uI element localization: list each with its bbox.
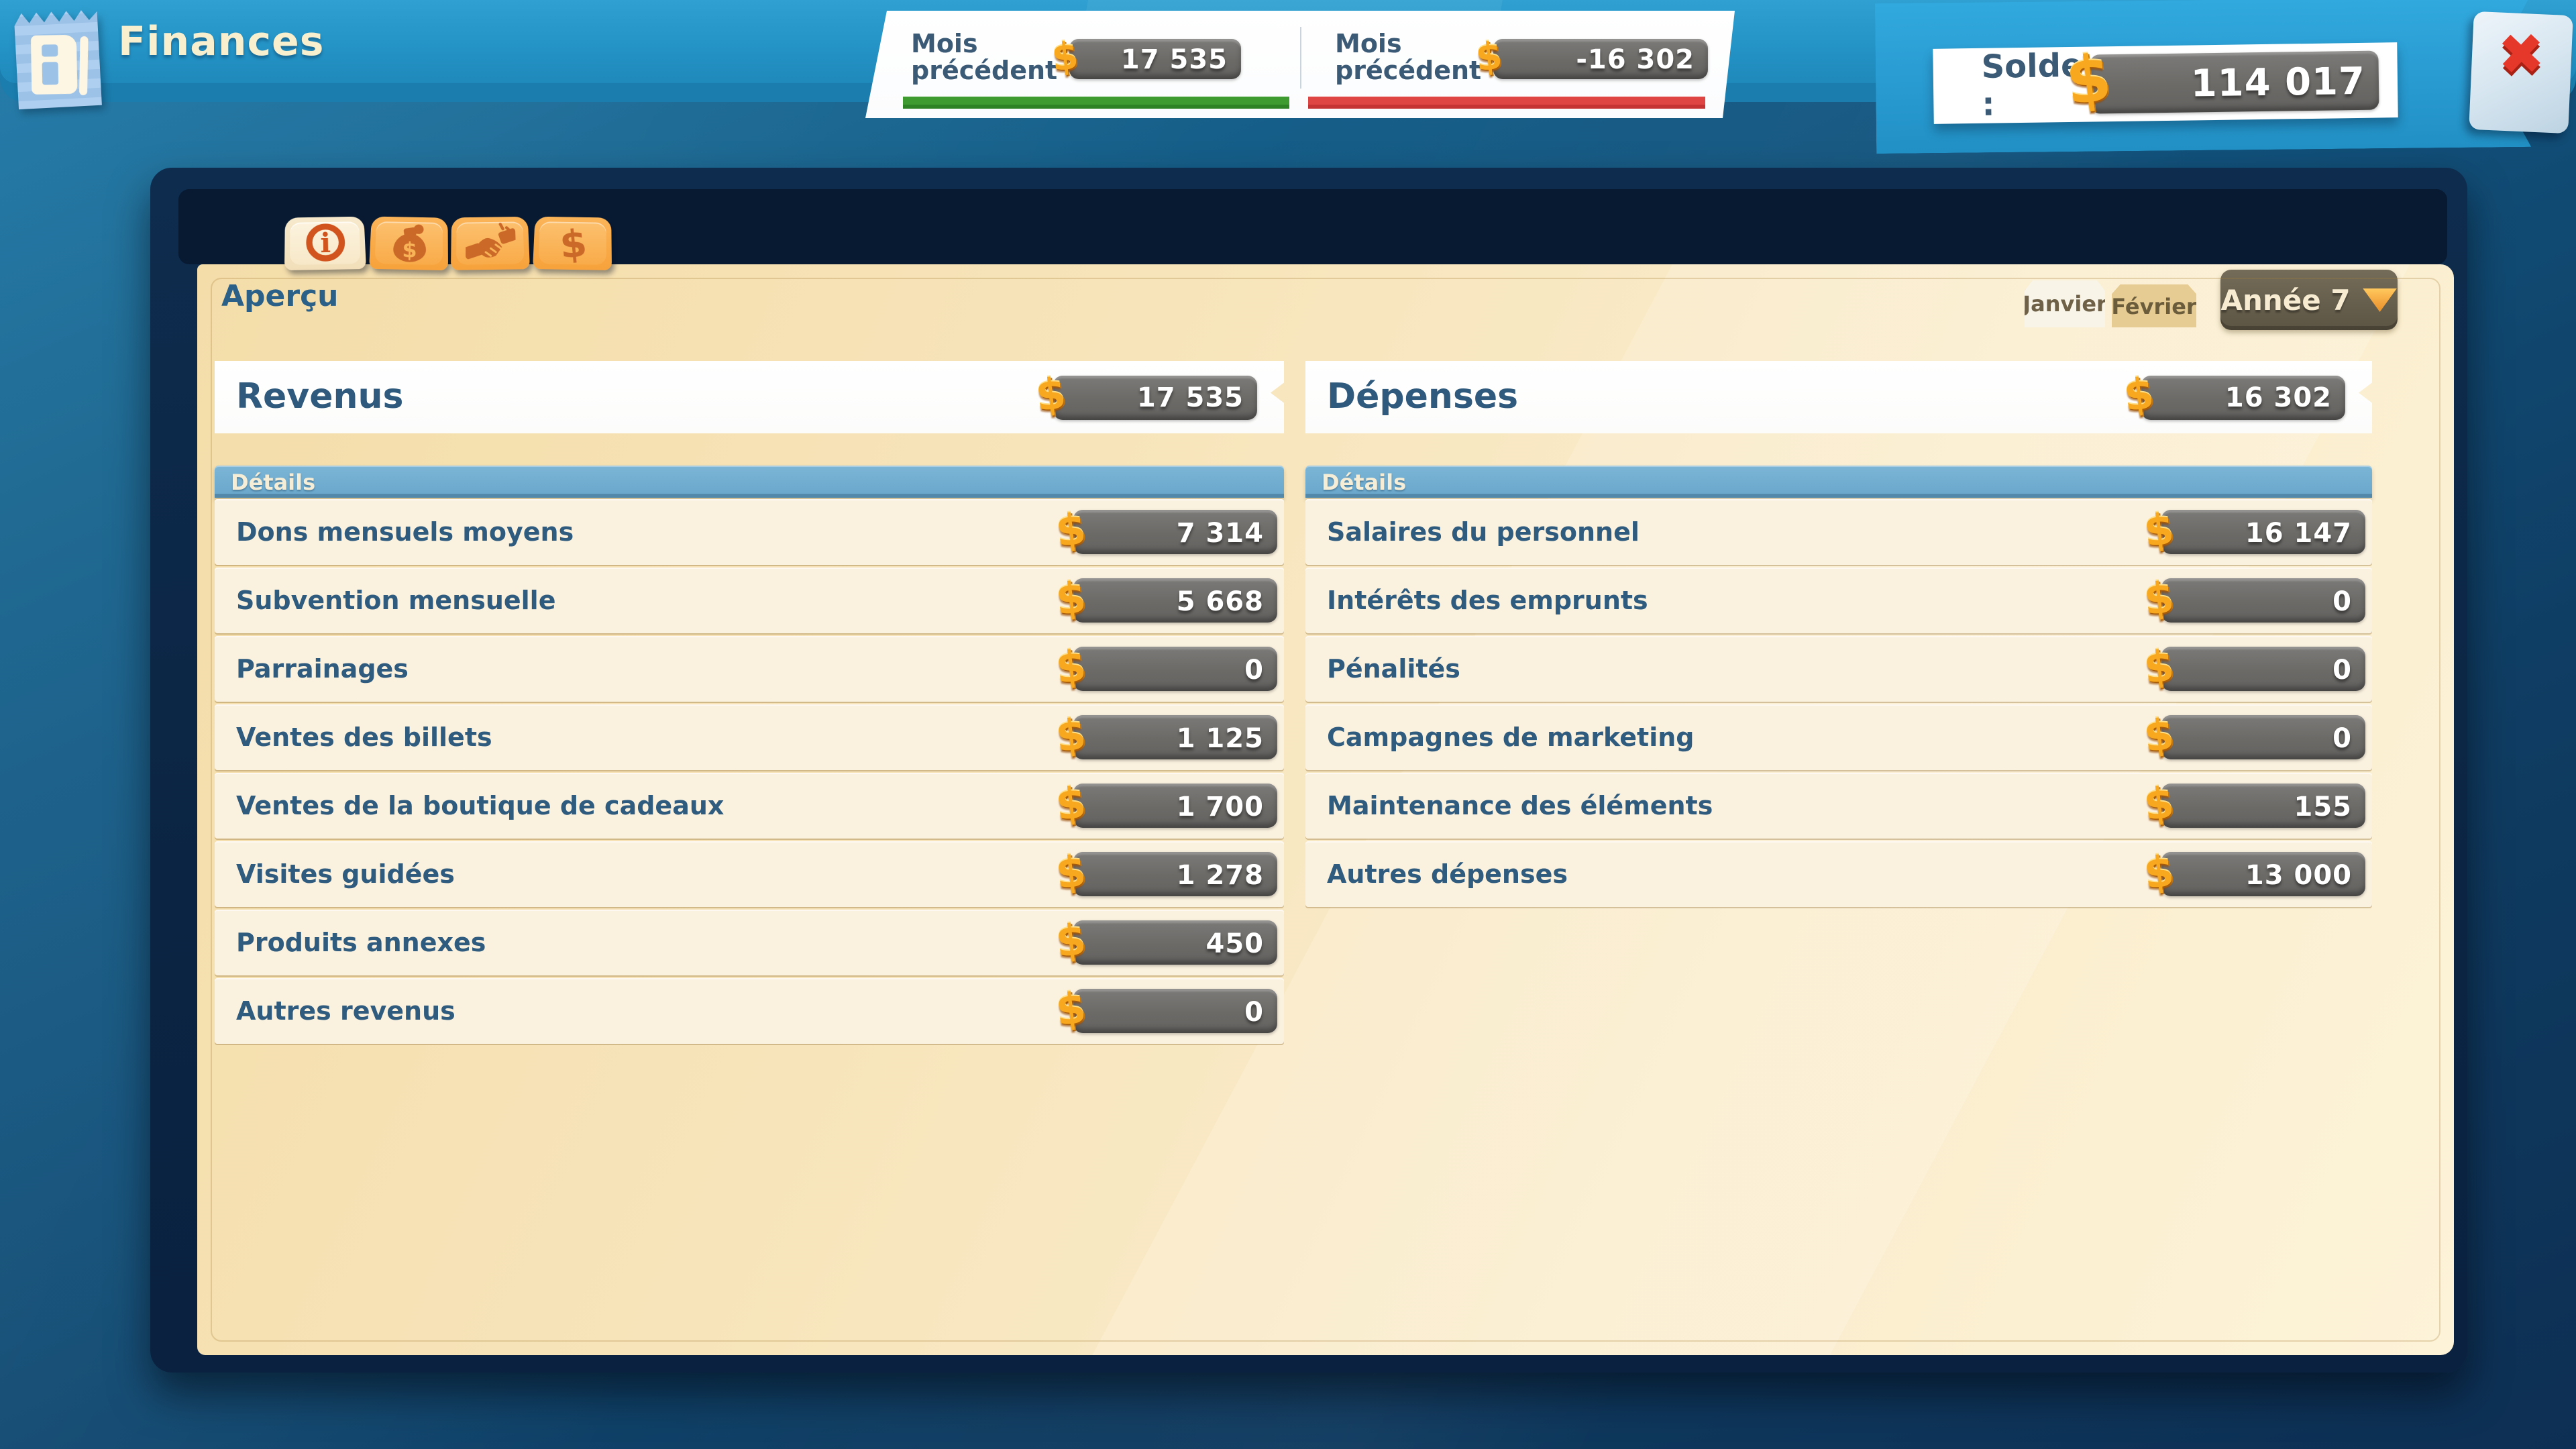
table-row: Subvention mensuelle $5 668	[215, 568, 1284, 633]
handshake-icon	[465, 219, 516, 268]
income-title: Revenus	[215, 377, 1053, 417]
tab-deals[interactable]	[451, 217, 530, 270]
table-row: Parrainages $0	[215, 636, 1284, 702]
page-title: Finances	[118, 18, 324, 65]
dollar-icon: $	[2141, 845, 2176, 898]
finances-frame: i $	[150, 168, 2467, 1373]
balance-panel: Solde : $ 114 017	[1933, 42, 2398, 124]
dollar-icon: $	[1053, 571, 1088, 625]
dollar-icon: $	[1053, 913, 1088, 967]
tab-income[interactable]: $	[369, 217, 448, 271]
window-title-area: Finances	[0, 0, 324, 83]
dollar-icon: $	[2062, 40, 2116, 120]
expense-indicator-bar	[1308, 97, 1705, 109]
dollar-icon: $	[1053, 639, 1088, 693]
income-summary-card: Revenus $ 17 535	[215, 361, 1284, 433]
year-selector[interactable]: Année 7	[2220, 270, 2398, 330]
view-title: Aperçu	[221, 280, 339, 314]
table-row: Dons mensuels moyens $7 314	[215, 499, 1284, 565]
info-icon: i	[300, 219, 351, 268]
table-row: Visites guidées $1 278	[215, 841, 1284, 907]
previous-month-income-label: Mois précédent	[911, 32, 1069, 86]
dollar-icon: $	[1053, 502, 1088, 556]
overview-panel: Aperçu Janvier Février Année 7 Revenus $…	[197, 264, 2454, 1355]
expenses-title: Dépenses	[1305, 377, 2141, 417]
dollar-icon: $	[1033, 368, 1068, 421]
income-total-pill: $ 17 535	[1053, 375, 1257, 419]
ledger-book-icon	[13, 3, 102, 109]
dollar-icon: $	[547, 219, 598, 268]
balance-pill: $ 114 017	[2090, 51, 2379, 114]
svg-text:$: $	[557, 221, 588, 267]
previous-month-expense-pill: $ -16 302	[1493, 39, 1708, 79]
divider	[1300, 27, 1301, 89]
income-indicator-bar	[903, 97, 1289, 109]
close-button[interactable]: ✖	[2469, 11, 2573, 133]
expenses-total-value: 16 302	[2225, 381, 2332, 413]
dollar-icon: $	[1053, 845, 1088, 898]
year-selector-label: Année 7	[2220, 284, 2350, 316]
month-tab-fevrier[interactable]: Février	[2112, 284, 2196, 327]
expenses-total-pill: $ 16 302	[2141, 375, 2345, 419]
income-details-header: Détails	[215, 466, 1284, 498]
chevron-down-icon	[2363, 288, 2398, 312]
previous-month-panel: Mois précédent $ 17 535 Mois précédent $…	[865, 11, 1735, 118]
expenses-summary-card: Dépenses $ 16 302	[1305, 361, 2372, 433]
expenses-details-header: Détails	[1305, 466, 2372, 498]
previous-month-expense-value: -16 302	[1576, 43, 1695, 75]
table-row: Salaires du personnel $16 147	[1305, 499, 2372, 565]
previous-month-income-pill: $ 17 535	[1069, 39, 1241, 79]
table-row: Maintenance des éléments $155	[1305, 773, 2372, 839]
svg-text:i: i	[319, 227, 330, 258]
previous-month-expense-label: Mois précédent	[1335, 32, 1493, 86]
dollar-icon: $	[2141, 502, 2176, 556]
dollar-icon: $	[2141, 776, 2176, 830]
table-row: Produits annexes $450	[215, 910, 1284, 975]
table-row: Pénalités $0	[1305, 636, 2372, 702]
dollar-icon: $	[1474, 34, 1505, 80]
table-row: Autres revenus $0	[215, 978, 1284, 1044]
previous-month-income-value: 17 535	[1121, 43, 1228, 75]
dollar-icon: $	[1050, 34, 1081, 80]
tab-overview[interactable]: i	[284, 217, 366, 270]
income-rows: Dons mensuels moyens $7 314 Subvention m…	[215, 499, 1284, 1046]
tab-finance[interactable]: $	[533, 217, 612, 270]
balance-value: 114 017	[2190, 58, 2365, 105]
table-row: Autres dépenses $13 000	[1305, 841, 2372, 907]
dollar-icon: $	[2141, 639, 2176, 693]
month-tab-janvier[interactable]: Janvier	[2025, 280, 2105, 327]
table-row: Campagnes de marketing $0	[1305, 704, 2372, 770]
income-total-value: 17 535	[1137, 381, 1244, 413]
svg-text:$: $	[401, 237, 417, 262]
finances-window: Finances Mois précédent $ 17 535 Mois pr…	[0, 0, 2576, 1449]
table-row: Ventes de la boutique de cadeaux $1 700	[215, 773, 1284, 839]
table-row: Ventes des billets $1 125	[215, 704, 1284, 770]
dollar-icon: $	[2141, 708, 2176, 761]
dollar-icon: $	[2141, 571, 2176, 625]
expenses-rows: Salaires du personnel $16 147 Intérêts d…	[1305, 499, 2372, 910]
close-icon: ✖	[2498, 21, 2546, 88]
dollar-icon: $	[1053, 708, 1088, 761]
dollar-icon: $	[1053, 981, 1088, 1035]
table-row: Intérêts des emprunts $0	[1305, 568, 2372, 633]
money-bag-icon: $	[383, 219, 434, 268]
dollar-icon: $	[1053, 776, 1088, 830]
dollar-icon: $	[2121, 368, 2156, 421]
